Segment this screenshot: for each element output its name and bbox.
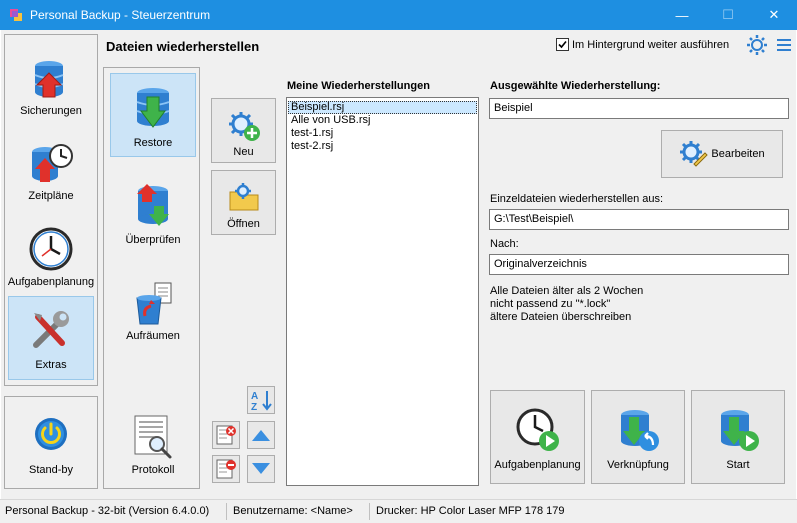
database-clock-icon [32,144,73,182]
note-line: nicht passend zu "*.lock" [490,298,611,310]
subnav-label: Protokoll [131,464,175,476]
background-checkbox[interactable]: Im Hintergrund weiter ausführen [556,38,729,51]
details-heading: Ausgewählte Wiederherstellung: [490,80,661,92]
restores-list[interactable]: Beispiel.rsj Alle von USB.rsj test-1.rsj… [286,97,479,486]
list-item[interactable]: test-1.rsj [287,127,478,140]
nav-label: Sicherungen [20,105,82,117]
delete-entry-button[interactable] [212,421,240,449]
source-field[interactable]: G:\Test\Beispiel\ [489,209,789,230]
arrow-down-icon [252,463,270,474]
arrow-up-icon [252,430,270,441]
restores-heading: Meine Wiederherstellungen [287,80,430,92]
log-search-icon [134,415,172,459]
status-user: Benutzername: <Name> [233,505,353,517]
database-verify-icon [137,184,169,226]
sort-az-icon: A Z [251,391,272,412]
start-button[interactable]: Start [691,390,785,484]
subnav-label: Aufräumen [126,330,180,342]
folder-gear-icon [229,183,258,211]
open-label: Öffnen [227,218,260,230]
database-download-icon [136,88,170,128]
standby-button[interactable]: Stand-by [9,410,93,476]
window-title: Personal Backup - Steuerzentrum [30,8,211,22]
maximize-button[interactable]: ☐ [705,0,751,30]
sort-az-button[interactable]: A Z [247,386,275,414]
status-separator [226,503,227,520]
power-icon [35,418,67,450]
status-version: Personal Backup - 32-bit (Version 6.4.0.… [5,505,210,517]
shortcut-label: Verknüpfung [607,459,669,471]
shortcut-button[interactable]: Verknüpfung [591,390,685,484]
checkbox-box[interactable] [556,38,569,51]
gear-edit-icon [680,141,709,167]
list-remove-icon [216,459,236,479]
move-down-button[interactable] [247,455,275,483]
status-bar: Personal Backup - 32-bit (Version 6.4.0.… [0,499,797,523]
subnav-protokoll[interactable]: Protokoll [110,408,196,476]
start-label: Start [726,459,750,471]
page-title: Dateien wiederherstellen [106,39,260,54]
note-line: ältere Dateien überschreiben [490,311,632,323]
list-item[interactable]: Beispiel.rsj [288,101,477,114]
nav-label: Zeitpläne [28,190,74,202]
status-separator [369,503,370,520]
new-label: Neu [233,146,254,158]
tools-icon [33,311,69,348]
checkmark-icon [558,40,567,49]
status-printer: Drucker: HP Color Laser MFP 178 179 [376,505,565,517]
schedule-button[interactable]: Aufgabenplanung [490,390,585,484]
source-label: Einzeldateien wiederherstellen aus: [490,193,664,205]
nav-extras[interactable]: Extras [8,296,94,380]
svg-text:A: A [251,391,258,402]
background-checkbox-label: Im Hintergrund weiter ausführen [572,38,730,51]
new-button[interactable]: Neu [211,98,276,163]
note-line: Alle Dateien älter als 2 Wochen [490,285,644,297]
nav-aufgabenplanung[interactable]: Aufgabenplanung [7,216,95,291]
target-field[interactable]: Originalverzeichnis [489,254,789,275]
close-button[interactable]: ✕ [751,0,797,30]
nav-zeitplaene[interactable]: Zeitpläne [9,130,93,205]
nav-sicherungen[interactable]: Sicherungen [9,44,93,120]
minimize-button[interactable]: — [659,0,705,30]
subnav-restore[interactable]: Restore [110,73,196,157]
subnav-ueberpruefen[interactable]: Überprüfen [110,176,196,246]
standby-label: Stand-by [28,464,74,476]
subnav-aufraeumen[interactable]: Aufräumen [110,272,196,342]
list-item[interactable]: test-2.rsj [287,140,478,153]
nav-label: Extras [35,359,67,371]
schedule-label: Aufgabenplanung [494,459,581,471]
database-shortcut-icon [621,410,659,451]
target-label: Nach: [490,238,519,250]
svg-text:Z: Z [251,402,257,412]
list-item[interactable]: Alle von USB.rsj [287,114,478,127]
subnav-label: Überprüfen [125,234,181,246]
edit-button[interactable]: Bearbeiten [661,130,783,178]
gear-add-icon [228,112,260,141]
title-bar[interactable]: Personal Backup - Steuerzentrum — ☐ ✕ [0,0,797,30]
subnav-label: Restore [133,137,173,149]
edit-label: Bearbeiten [711,148,765,160]
move-up-button[interactable] [247,421,275,449]
gear-icon[interactable] [745,33,769,57]
open-button[interactable]: Öffnen [211,170,276,235]
trash-icon [136,282,172,325]
list-delete-icon [216,425,236,445]
remove-entry-button[interactable] [212,455,240,483]
restore-notes: Alle Dateien älter als 2 Wochen nicht pa… [490,285,643,324]
nav-label: Aufgabenplanung [7,276,95,288]
clock-icon [29,227,73,271]
menu-icon[interactable] [775,37,793,53]
clock-play-icon [516,408,559,451]
app-icon [10,9,22,21]
database-upload-icon [34,61,64,98]
database-start-icon [721,410,759,451]
restore-name-field[interactable]: Beispiel [489,98,789,119]
